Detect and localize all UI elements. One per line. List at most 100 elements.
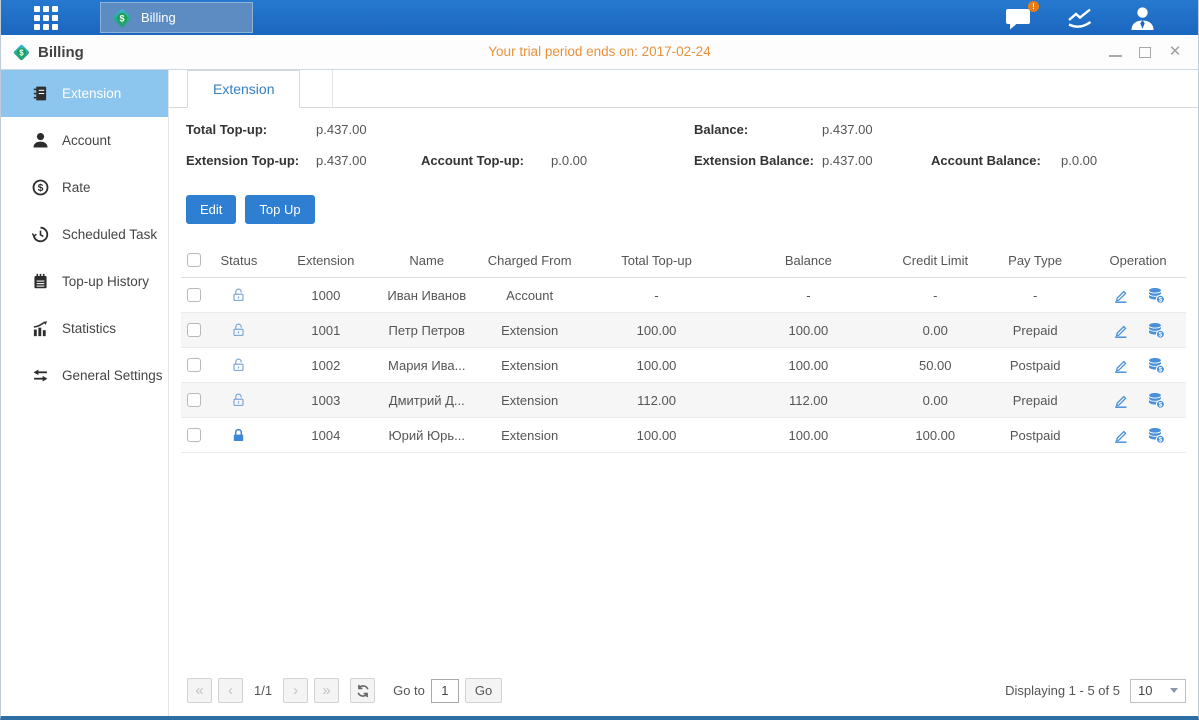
- account-balance-value: p.0.00: [1061, 153, 1097, 169]
- bar-chart-arrow-icon: [32, 320, 49, 337]
- credit-limit-cell: 0.00: [890, 393, 980, 408]
- edit-row-icon[interactable]: [1112, 322, 1129, 339]
- action-buttons: Edit Top Up: [186, 195, 1198, 224]
- last-page-button[interactable]: »: [314, 678, 339, 703]
- billing-diamond-icon: $: [111, 7, 133, 29]
- svg-text:$: $: [1158, 331, 1162, 338]
- svg-text:$: $: [119, 13, 124, 23]
- name-cell: Иван Иванов: [381, 288, 473, 303]
- refresh-button[interactable]: [350, 678, 375, 703]
- first-page-button[interactable]: «: [187, 678, 212, 703]
- refresh-icon: [356, 684, 370, 698]
- svg-text:$: $: [19, 48, 24, 57]
- account-topup-label: Account Top-up:: [421, 153, 551, 169]
- row-checkbox[interactable]: [187, 323, 201, 337]
- edit-row-icon[interactable]: [1112, 427, 1129, 444]
- svg-text:$: $: [1158, 296, 1162, 303]
- topup-row-icon[interactable]: $: [1147, 392, 1165, 409]
- balance-label: Balance:: [694, 122, 822, 138]
- topup-row-icon[interactable]: $: [1147, 287, 1165, 304]
- extension-topup-value: p.437.00: [316, 153, 421, 169]
- top-up-button[interactable]: Top Up: [245, 195, 314, 224]
- topup-row-icon[interactable]: $: [1147, 322, 1165, 339]
- name-cell: Петр Петров: [381, 323, 473, 338]
- messages-icon[interactable]: !: [1005, 6, 1033, 30]
- table-row: 1000 Иван Иванов Account - - - - $: [181, 278, 1186, 313]
- row-checkbox[interactable]: [187, 288, 201, 302]
- goto-page-input[interactable]: [431, 679, 459, 703]
- pay-type-cell: Postpaid: [980, 358, 1090, 373]
- table-row: 1004 Юрий Юрь... Extension 100.00 100.00…: [181, 418, 1186, 453]
- svg-text:$: $: [1158, 401, 1162, 408]
- table-header: Status Extension Name Charged From Total…: [181, 243, 1186, 278]
- statistics-chart-icon[interactable]: [1066, 6, 1096, 30]
- name-cell: Дмитрий Д...: [381, 393, 473, 408]
- charged-from-cell: Extension: [473, 358, 587, 373]
- topup-row-icon[interactable]: $: [1147, 427, 1165, 444]
- close-icon[interactable]: ✕: [1168, 45, 1182, 59]
- tab-strip-divider: [300, 70, 333, 108]
- row-checkbox[interactable]: [187, 428, 201, 442]
- edit-button[interactable]: Edit: [186, 195, 236, 224]
- top-navigation-bar: $ Billing !: [1, 0, 1198, 35]
- sidebar-item-general-settings[interactable]: General Settings: [1, 352, 168, 399]
- minimize-icon[interactable]: [1108, 45, 1122, 59]
- balance-cell: -: [726, 288, 890, 303]
- charged-from-cell: Extension: [473, 428, 587, 443]
- column-header-total-topup: Total Top-up: [587, 253, 727, 268]
- edit-row-icon[interactable]: [1112, 287, 1129, 304]
- billing-diamond-icon: $: [12, 43, 31, 62]
- prev-page-button[interactable]: ‹: [218, 678, 243, 703]
- displaying-text: Displaying 1 - 5 of 5: [1005, 683, 1120, 698]
- page-size-dropdown[interactable]: 10: [1130, 679, 1186, 703]
- sidebar-item-rate[interactable]: $ Rate: [1, 164, 168, 211]
- column-header-extension: Extension: [271, 253, 381, 268]
- total-topup-cell: -: [587, 288, 727, 303]
- notepad-icon: [32, 273, 49, 290]
- apps-grid-icon[interactable]: [34, 6, 58, 30]
- pay-type-cell: -: [980, 288, 1090, 303]
- name-cell: Юрий Юрь...: [381, 428, 473, 443]
- next-page-button[interactable]: ›: [283, 678, 308, 703]
- history-clock-icon: [32, 226, 49, 243]
- extension-cell: 1001: [271, 323, 381, 338]
- charged-from-cell: Account: [473, 288, 587, 303]
- column-header-balance: Balance: [726, 253, 890, 268]
- row-checkbox[interactable]: [187, 358, 201, 372]
- account-balance-label: Account Balance:: [931, 153, 1061, 169]
- edit-row-icon[interactable]: [1112, 392, 1129, 409]
- charged-from-cell: Extension: [473, 323, 587, 338]
- extension-topup-label: Extension Top-up:: [186, 153, 316, 169]
- balance-cell: 100.00: [726, 323, 890, 338]
- sidebar-item-account[interactable]: Account: [1, 117, 168, 164]
- row-checkbox[interactable]: [187, 393, 201, 407]
- edit-row-icon[interactable]: [1112, 357, 1129, 374]
- total-topup-cell: 112.00: [587, 393, 727, 408]
- topbar-tab-billing[interactable]: $ Billing: [100, 2, 253, 33]
- sidebar-item-extension[interactable]: Extension: [1, 70, 168, 117]
- status-unlocked-icon: [231, 357, 246, 373]
- total-topup-cell: 100.00: [587, 428, 727, 443]
- table-body: 1000 Иван Иванов Account - - - - $: [181, 278, 1186, 453]
- sidebar-item-statistics[interactable]: Statistics: [1, 305, 168, 352]
- column-header-operation: Operation: [1090, 253, 1186, 268]
- user-icon[interactable]: [1129, 5, 1156, 31]
- topup-row-icon[interactable]: $: [1147, 357, 1165, 374]
- maximize-icon[interactable]: [1138, 45, 1152, 59]
- svg-text:$: $: [1158, 436, 1162, 443]
- dollar-circle-icon: $: [32, 179, 49, 196]
- go-button[interactable]: Go: [465, 678, 502, 703]
- column-header-credit-limit: Credit Limit: [890, 253, 980, 268]
- chevron-down-icon: [1170, 688, 1178, 697]
- status-locked-icon: [231, 427, 246, 443]
- sidebar-item-scheduled-task[interactable]: Scheduled Task: [1, 211, 168, 258]
- extension-cell: 1002: [271, 358, 381, 373]
- balance-value: p.437.00: [822, 122, 873, 138]
- sidebar-item-label: Extension: [62, 86, 121, 101]
- extension-cell: 1000: [271, 288, 381, 303]
- credit-limit-cell: 0.00: [890, 323, 980, 338]
- select-all-checkbox[interactable]: [187, 253, 201, 267]
- sidebar-item-topup-history[interactable]: Top-up History: [1, 258, 168, 305]
- balance-summary: Total Top-up: p.437.00 Extension Top-up:…: [169, 108, 1198, 184]
- tab-extension[interactable]: Extension: [187, 70, 300, 108]
